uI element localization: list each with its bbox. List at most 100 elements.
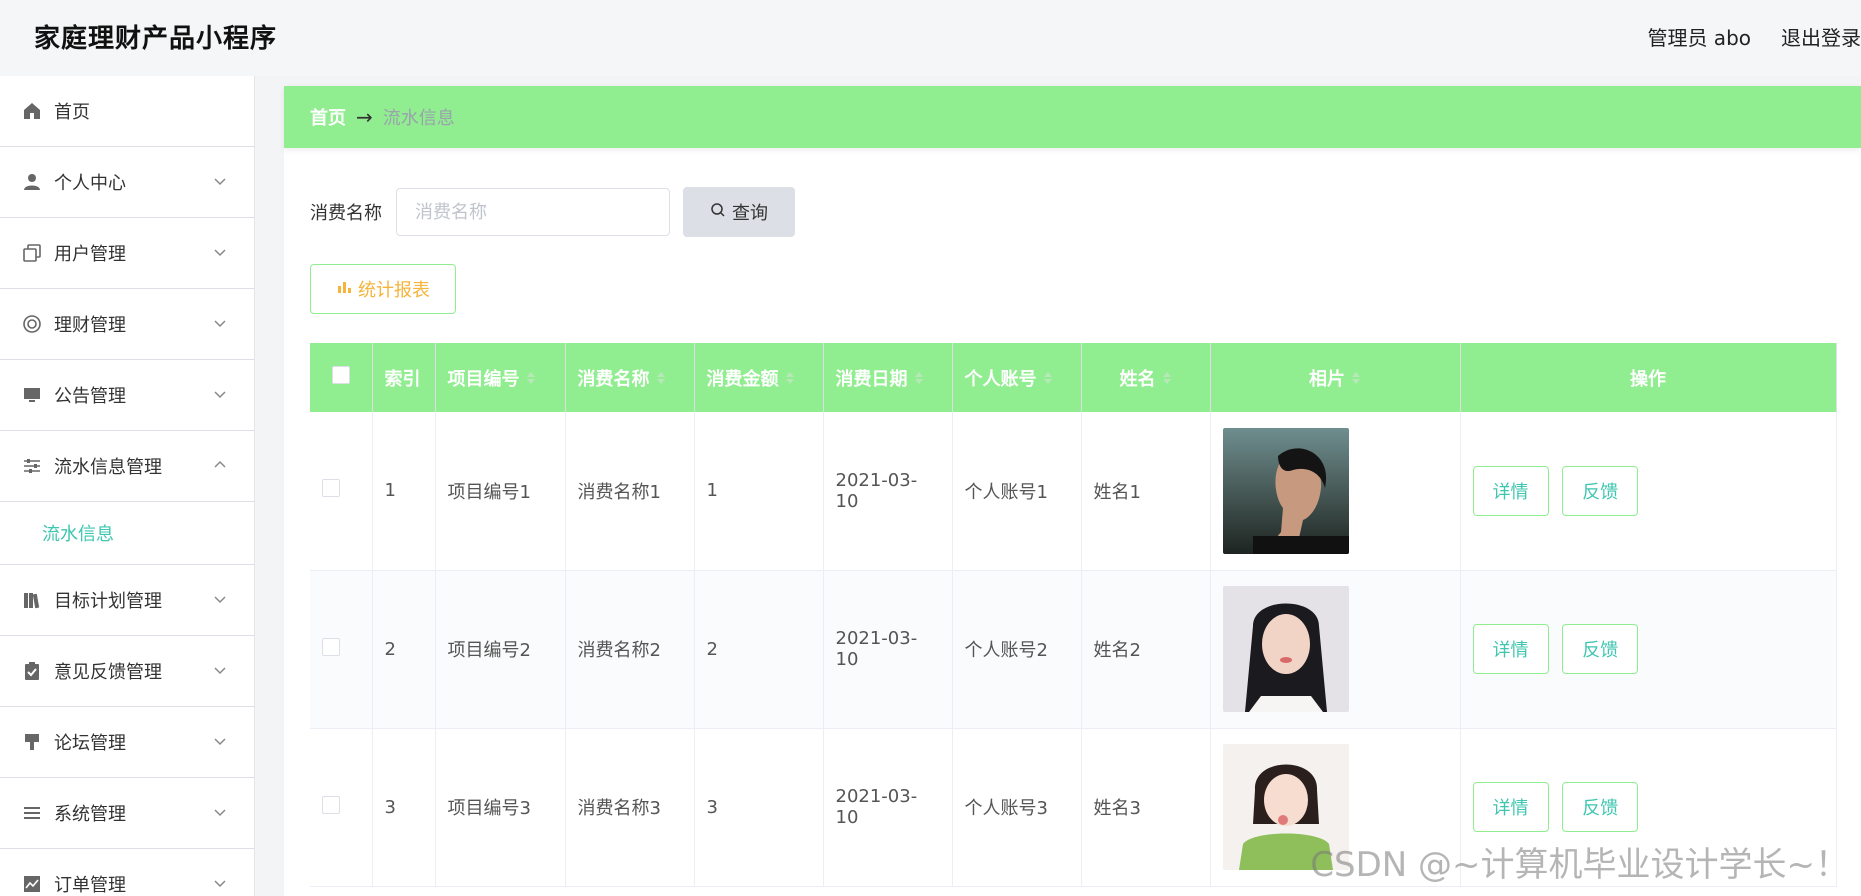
logout-link[interactable]: 退出登录 bbox=[1781, 22, 1861, 51]
select-all-checkbox[interactable] bbox=[331, 366, 350, 384]
sidebar-item-home[interactable]: 首页 bbox=[0, 76, 254, 147]
cell-index: 3 bbox=[372, 728, 436, 887]
cell-expense-name: 消费名称2 bbox=[565, 570, 695, 729]
cell-actions: 详情 反馈 bbox=[1460, 728, 1837, 887]
query-button[interactable]: 查询 bbox=[683, 187, 795, 237]
stats-report-button[interactable]: 统计报表 bbox=[310, 264, 456, 314]
cell-project-code: 项目编号1 bbox=[435, 412, 566, 571]
row-checkbox-cell bbox=[310, 412, 373, 571]
sidebar-item-notice-management[interactable]: 公告管理 bbox=[0, 360, 254, 431]
sort-icon[interactable] bbox=[1351, 369, 1361, 390]
feedback-button[interactable]: 反馈 bbox=[1562, 782, 1639, 832]
cell-photo bbox=[1210, 412, 1461, 571]
sidebar-item-user-management[interactable]: 用户管理 bbox=[0, 218, 254, 289]
sidebar-item-order-management[interactable]: 订单管理 bbox=[0, 849, 254, 896]
sidebar-item-forum-management[interactable]: 论坛管理 bbox=[0, 707, 254, 778]
chevron-down-icon bbox=[212, 315, 228, 331]
feedback-button[interactable]: 反馈 bbox=[1562, 624, 1639, 674]
admin-user-label: 管理员 abo bbox=[1647, 26, 1751, 50]
cell-project-code: 项目编号2 bbox=[435, 570, 566, 729]
header-label: 消费金额 bbox=[706, 368, 779, 390]
sidebar-item-personal-center[interactable]: 个人中心 bbox=[0, 147, 254, 218]
header-label: 个人账号 bbox=[964, 368, 1037, 390]
search-input[interactable] bbox=[396, 188, 670, 236]
sidebar-item-label: 论坛管理 bbox=[54, 733, 126, 754]
sidebar-item-label: 意见反馈管理 bbox=[54, 662, 162, 683]
search-label: 消费名称 bbox=[310, 203, 382, 224]
detail-button[interactable]: 详情 bbox=[1472, 782, 1549, 832]
sidebar-item-feedback-management[interactable]: 意见反馈管理 bbox=[0, 636, 254, 707]
header-personal-account[interactable]: 个人账号 bbox=[952, 343, 1082, 412]
search-row: 消费名称 查询 bbox=[310, 187, 795, 237]
chevron-down-icon bbox=[212, 591, 228, 607]
sidebar-item-flow-management[interactable]: 流水信息管理 bbox=[0, 431, 254, 502]
cell-expense-amount: 3 bbox=[694, 728, 824, 887]
sidebar-subitem-flow-info[interactable]: 流水信息 bbox=[0, 502, 254, 565]
sidebar-item-label: 个人中心 bbox=[54, 173, 126, 194]
header-label: 姓名 bbox=[1119, 368, 1156, 390]
cell-index: 2 bbox=[372, 570, 436, 729]
row-checkbox[interactable] bbox=[322, 479, 340, 498]
chevron-down-icon bbox=[212, 662, 228, 678]
sidebar-item-system-management[interactable]: 系统管理 bbox=[0, 778, 254, 849]
sort-icon[interactable] bbox=[656, 369, 666, 390]
search-icon bbox=[710, 202, 726, 223]
feedback-button[interactable]: 反馈 bbox=[1562, 465, 1639, 516]
cell-personal-account: 个人账号2 bbox=[952, 570, 1082, 729]
pin-icon bbox=[22, 732, 42, 752]
breadcrumb-arrow: → bbox=[356, 105, 373, 129]
row-checkbox-cell bbox=[310, 570, 373, 729]
sidebar-item-label: 流水信息管理 bbox=[54, 457, 162, 478]
sort-icon[interactable] bbox=[526, 369, 536, 390]
chevron-down-icon bbox=[212, 386, 228, 402]
copy-icon bbox=[22, 243, 42, 263]
sidebar-item-finance-management[interactable]: 理财管理 bbox=[0, 289, 254, 360]
header-expense-amount[interactable]: 消费金额 bbox=[694, 343, 824, 412]
header-name[interactable]: 姓名 bbox=[1081, 343, 1211, 412]
sidebar-item-label: 用户管理 bbox=[54, 244, 126, 265]
sort-icon[interactable] bbox=[785, 369, 795, 390]
sort-icon[interactable] bbox=[1162, 369, 1172, 390]
chevron-down-icon bbox=[212, 244, 228, 260]
header-label: 消费日期 bbox=[835, 368, 908, 390]
header-index: 索引 bbox=[372, 343, 436, 412]
cell-photo bbox=[1210, 728, 1461, 887]
breadcrumb-home-link[interactable]: 首页 bbox=[310, 104, 346, 130]
sidebar-item-label: 订单管理 bbox=[54, 875, 126, 896]
chevron-down-icon bbox=[212, 173, 228, 189]
table-row: 2 项目编号2 消费名称2 2 2021-03-10 个人账号2 姓名2 详情 … bbox=[310, 570, 1837, 729]
cell-expense-name: 消费名称1 bbox=[565, 412, 695, 571]
user-icon bbox=[22, 172, 42, 192]
app-title: 家庭理财产品小程序 bbox=[34, 24, 278, 54]
main-content: 首页 → 流水信息 消费名称 查询 统计报表 索引 项目编号 bbox=[284, 86, 1861, 896]
cell-personal-account: 个人账号3 bbox=[952, 728, 1082, 887]
header-expense-name[interactable]: 消费名称 bbox=[565, 343, 695, 412]
cell-personal-account: 个人账号1 bbox=[952, 412, 1082, 571]
clipboard-check-icon bbox=[22, 661, 42, 681]
row-checkbox[interactable] bbox=[322, 795, 340, 814]
sidebar-item-label: 公告管理 bbox=[54, 386, 126, 407]
cell-expense-date: 2021-03-10 bbox=[823, 570, 953, 729]
cell-expense-amount: 1 bbox=[694, 412, 824, 571]
chart-icon bbox=[22, 874, 42, 894]
sidebar-item-goal-plan-management[interactable]: 目标计划管理 bbox=[0, 565, 254, 636]
photo-thumbnail[interactable] bbox=[1222, 427, 1349, 554]
query-button-label: 查询 bbox=[732, 203, 768, 224]
sidebar-item-label: 首页 bbox=[54, 102, 90, 123]
header-photo[interactable]: 相片 bbox=[1210, 343, 1461, 412]
row-checkbox[interactable] bbox=[322, 637, 340, 656]
header-label: 相片 bbox=[1309, 368, 1345, 390]
cell-expense-date: 2021-03-10 bbox=[823, 728, 953, 887]
sort-icon[interactable] bbox=[914, 369, 924, 390]
detail-button[interactable]: 详情 bbox=[1472, 465, 1549, 516]
photo-thumbnail[interactable] bbox=[1222, 586, 1349, 712]
header-project-code[interactable]: 项目编号 bbox=[435, 343, 566, 412]
bar-chart-icon bbox=[336, 279, 352, 300]
detail-button[interactable]: 详情 bbox=[1472, 624, 1549, 674]
header-expense-date[interactable]: 消费日期 bbox=[823, 343, 953, 412]
cell-person-name: 姓名2 bbox=[1081, 570, 1211, 729]
cell-expense-name: 消费名称3 bbox=[565, 728, 695, 887]
photo-thumbnail[interactable] bbox=[1222, 744, 1349, 870]
home-icon bbox=[22, 101, 42, 121]
sort-icon[interactable] bbox=[1043, 369, 1053, 390]
